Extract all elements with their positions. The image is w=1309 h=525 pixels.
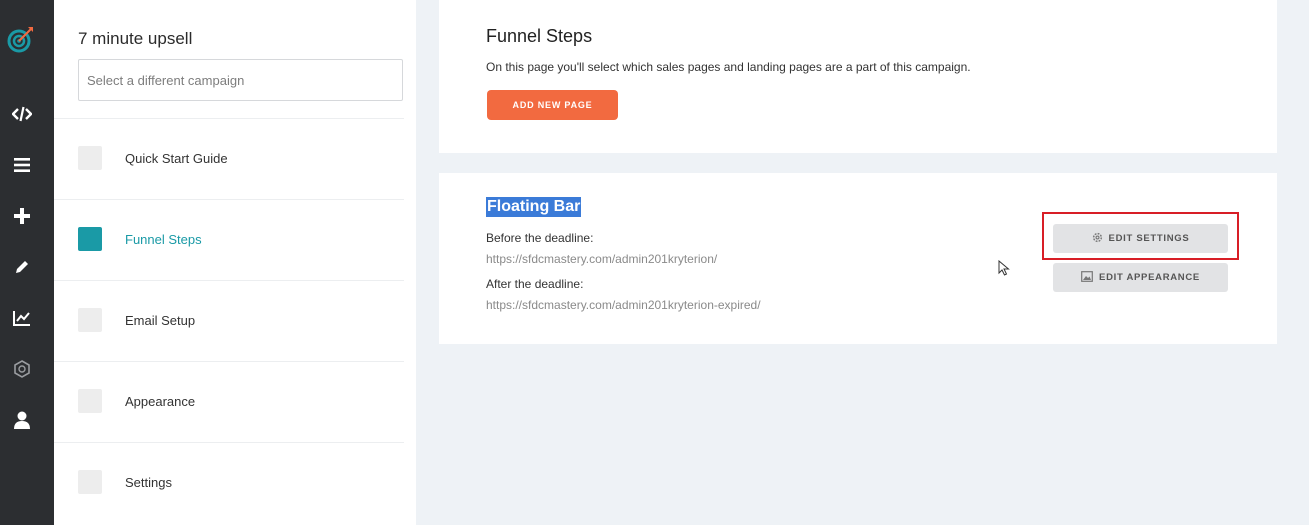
sidebar-item-funnel-steps[interactable]: Funnel Steps <box>54 199 404 280</box>
menu-icon[interactable] <box>11 154 33 176</box>
after-deadline-label: After the deadline: <box>486 277 584 291</box>
campaign-title: 7 minute upsell <box>78 29 193 48</box>
sidebar-item-settings[interactable]: Settings <box>54 442 404 523</box>
sidebar-item-quick-start-guide[interactable]: Quick Start Guide <box>54 118 404 199</box>
step-checkbox <box>78 470 102 494</box>
sidebar-item-label: Email Setup <box>125 313 196 328</box>
chart-icon[interactable] <box>11 307 33 329</box>
highlight-annotation-box <box>1042 212 1239 260</box>
step-checkbox <box>78 389 102 413</box>
campaign-select-input[interactable] <box>78 59 403 101</box>
before-deadline-label: Before the deadline: <box>486 231 594 245</box>
after-deadline-url[interactable]: https://sfdcmastery.com/admin201kryterio… <box>486 298 761 312</box>
step-title: Floating Bar <box>486 197 582 217</box>
plus-icon[interactable] <box>11 205 33 227</box>
page-description: On this page you'll select which sales p… <box>486 60 971 74</box>
logo-icon[interactable] <box>7 25 35 53</box>
hexagon-icon[interactable] <box>11 358 33 380</box>
campaign-sidebar: 7 minute upsell Quick Start Guide Funnel… <box>54 0 416 525</box>
step-checkbox <box>78 227 102 251</box>
image-icon <box>1081 270 1093 285</box>
add-new-page-button[interactable]: ADD NEW PAGE <box>487 90 618 120</box>
icon-rail <box>0 0 54 525</box>
edit-appearance-button[interactable]: EDIT APPEARANCE <box>1053 263 1228 292</box>
pencil-icon[interactable] <box>11 256 33 278</box>
code-icon[interactable] <box>11 103 33 125</box>
sidebar-item-email-setup[interactable]: Email Setup <box>54 280 404 361</box>
edit-appearance-label: EDIT APPEARANCE <box>1099 272 1200 283</box>
sidebar-item-label: Appearance <box>125 394 196 409</box>
sidebar-item-appearance[interactable]: Appearance <box>54 361 404 442</box>
step-checkbox <box>78 146 102 170</box>
before-deadline-url[interactable]: https://sfdcmastery.com/admin201kryterio… <box>486 252 717 266</box>
step-nav-list: Quick Start Guide Funnel Steps Email Set… <box>54 118 404 523</box>
funnel-steps-card: Funnel Steps On this page you'll select … <box>439 0 1277 153</box>
sidebar-item-label: Settings <box>125 475 172 490</box>
user-icon[interactable] <box>11 409 33 431</box>
mouse-cursor-icon <box>998 259 1010 276</box>
page-title: Funnel Steps <box>486 26 593 46</box>
step-checkbox <box>78 308 102 332</box>
sidebar-item-label: Quick Start Guide <box>125 151 228 166</box>
sidebar-item-label: Funnel Steps <box>125 232 202 247</box>
